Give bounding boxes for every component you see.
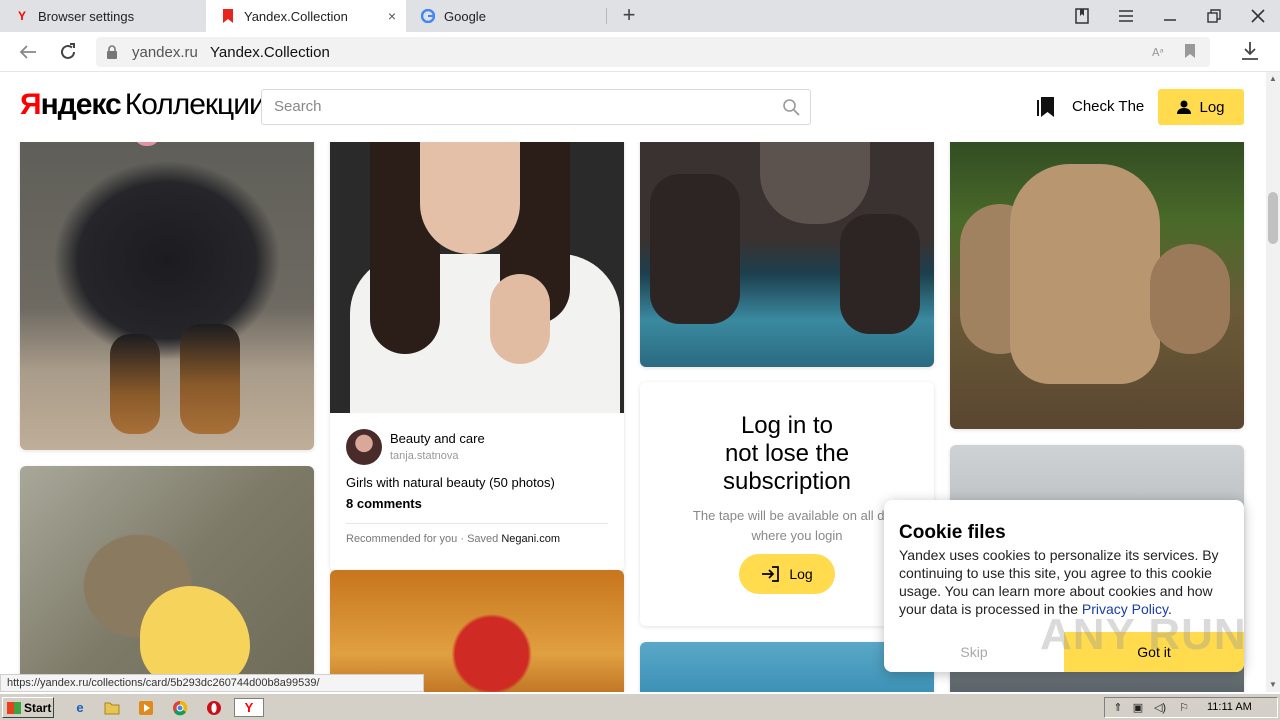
card-description[interactable]: Girls with natural beauty (50 photos) [346,475,555,490]
reload-icon[interactable] [56,40,80,64]
cookie-banner: Cookie files Yandex uses cookies to pers… [884,500,1244,672]
collections-panel-icon[interactable] [1060,0,1104,32]
source-link[interactable]: Negani.com [501,533,560,545]
windows-taskbar: Start e Y ⇑ ▣ ◁) ⚐ 11:11 AM [0,693,1280,720]
yandex-y-icon: Y [17,9,26,23]
card-elephant[interactable] [640,142,934,367]
scroll-thumb[interactable] [1268,192,1278,244]
svg-text:Aᵃ: Aᵃ [1152,46,1164,59]
scroll-up-arrow-icon[interactable]: ▲ [1266,72,1280,86]
site-header: ЯндексКоллекции Check The Log [0,72,1266,142]
chrome-icon[interactable] [170,698,190,717]
tray-arrow-icon[interactable]: ⇑ [1111,701,1125,715]
tab-separator [606,8,607,24]
collections-bookmark-icon[interactable] [1036,96,1056,118]
bookmark-add-icon[interactable] [1184,44,1200,60]
search-input[interactable] [274,98,774,115]
ie-icon[interactable]: e [70,698,90,717]
status-url: https://yandex.ru/collections/card/5b293… [0,674,424,692]
lock-icon [106,45,118,59]
card-beauty[interactable]: Beauty and care tanja.statnova Girls wit… [330,142,624,571]
check-the-link[interactable]: Check The [1072,98,1144,115]
login-label: Log [1199,98,1225,116]
back-arrow-icon[interactable] [16,40,40,64]
search-icon[interactable] [782,98,800,116]
dog-image [20,142,314,450]
privacy-policy-link[interactable]: Privacy Policy [1082,601,1168,617]
cookie-accept-button[interactable]: Got it [1064,632,1244,672]
tab-browser-settings[interactable]: Y Browser settings [0,0,206,32]
divider [346,523,608,524]
card-dog[interactable] [20,142,314,450]
translate-icon[interactable]: Aᵃ [1152,44,1168,60]
bookmark-red-icon [220,8,236,24]
card-kitten[interactable] [20,466,314,692]
tab-yandex-collection[interactable]: Yandex.Collection × [206,0,406,32]
opera-icon[interactable] [204,698,224,717]
comments-link[interactable]: 8 comments [346,496,422,511]
url-page-title: Yandex.Collection [210,44,330,61]
elephant-image [640,142,934,367]
new-tab-button[interactable]: + [618,4,640,26]
restore-icon[interactable] [1192,0,1236,32]
system-tray: ⇑ ▣ ◁) ⚐ 11:11 AM [1104,697,1278,718]
tab-bar: Y Browser settings Yandex.Collection × G… [0,0,1280,32]
recommendation-note: Recommended for you · Saved Negani.com [346,533,561,545]
login-prompt-button[interactable]: Log [739,554,835,594]
user-icon [1177,100,1192,114]
start-button[interactable]: Start [2,697,54,718]
yandex-browser-taskbar-icon[interactable]: Y [234,698,264,717]
tab-label: Google [444,8,486,24]
clock: 11:11 AM [1207,701,1252,713]
avatar[interactable] [346,429,382,465]
cookie-text: Yandex uses cookies to personalize its s… [899,547,1219,617]
card-info: Beauty and care tanja.statnova Girls wit… [330,413,624,563]
url-domain: yandex.ru [132,44,198,61]
google-g-icon [420,8,436,24]
login-arrow-icon [761,566,780,582]
cookie-skip-button[interactable]: Skip [884,632,1064,672]
search-box [261,89,811,125]
scroll-down-arrow-icon[interactable]: ▼ [1266,678,1280,692]
volume-icon[interactable]: ◁) [1153,701,1167,715]
tab-label: Browser settings [38,8,135,24]
tab-google[interactable]: Google [406,0,606,32]
wolves-image [950,142,1244,429]
page-scrollbar[interactable]: ▲ ▼ [1266,72,1280,692]
menu-icon[interactable] [1104,0,1148,32]
flag-icon[interactable]: ⚐ [1177,701,1191,715]
login-prompt-title: Log in to not lose the subscription [722,412,852,495]
address-bar: yandex.ru Yandex.Collection Aᵃ [0,32,1280,72]
author-name[interactable]: tanja.statnova [390,450,459,462]
login-button[interactable]: Log [1158,89,1244,125]
windows-flag-icon [7,701,21,714]
kitten-image [20,466,314,692]
cookie-title: Cookie files [899,522,1006,543]
network-icon[interactable]: ▣ [1131,701,1145,715]
card-wolves[interactable] [950,142,1244,429]
folder-icon[interactable] [102,698,122,717]
minimize-icon[interactable] [1148,0,1192,32]
yandex-collections-logo[interactable]: Яндекс Коллекции [20,88,266,122]
tab-label: Yandex.Collection [244,8,348,24]
collection-title[interactable]: Beauty and care [390,431,485,446]
download-icon[interactable] [1240,40,1262,64]
close-tab-icon[interactable]: × [388,8,396,24]
url-field[interactable]: yandex.ru Yandex.Collection Aᵃ [96,37,1210,67]
media-player-icon[interactable] [136,698,156,717]
close-window-icon[interactable] [1236,0,1280,32]
girl-image [330,142,624,424]
